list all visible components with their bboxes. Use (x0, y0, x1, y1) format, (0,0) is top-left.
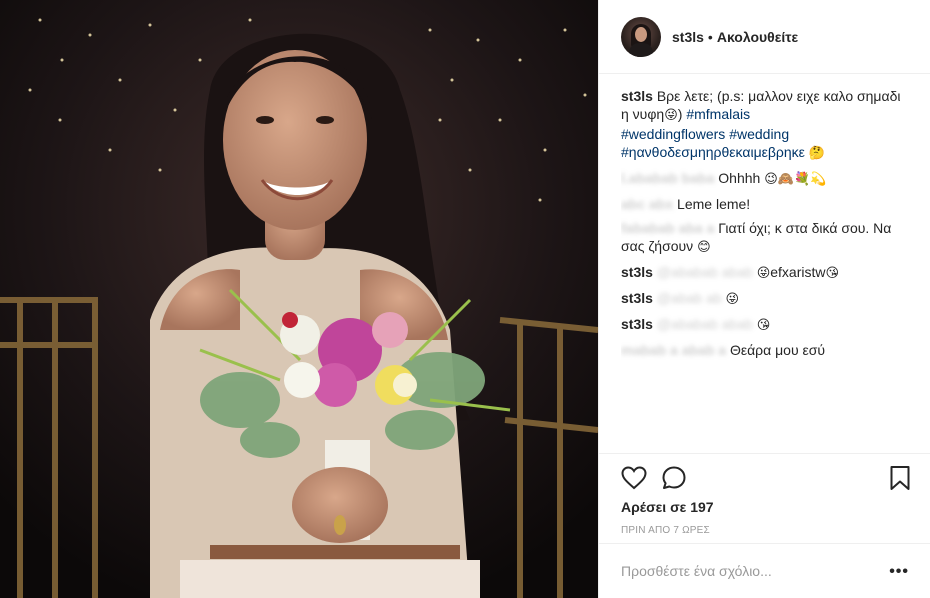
comment-username[interactable]: st3ls (621, 88, 653, 104)
header-username[interactable]: st3ls (672, 29, 704, 45)
comment-username[interactable]: f (621, 220, 626, 236)
comment-item: fababab aba a Γιατί όχι; κ στα δικά σου.… (621, 220, 892, 255)
comment-username[interactable]: st3ls (621, 264, 653, 280)
comment-emoji: 😜 (756, 266, 771, 281)
post-timestamp[interactable]: ΠΡΙΝ ΑΠΟ 7 ΩΡΕΣ (621, 525, 710, 536)
hashtag-link[interactable]: #mfmalais (686, 106, 750, 122)
comments-list: st3ls Βρε λετε; (p.s: μαλλον ειχε καλο σ… (621, 87, 911, 452)
hashtag-link[interactable]: #ηανθοδεσμηηρθεκαιμεβρηκε (621, 144, 805, 160)
post-header: st3ls • Ακολουθείτε (599, 0, 930, 74)
comment-item: st3ls @abab ab 😜 (621, 290, 740, 307)
comment-mention[interactable]: @ (657, 264, 671, 280)
comment-username[interactable]: st3ls (621, 316, 653, 332)
post-photo-image (0, 0, 598, 598)
comment-emoji: 😜 (725, 292, 740, 307)
comment-item: l.ababab baba Ohhhh 😉🙈💐💫 (621, 170, 827, 187)
comment-text: Βρε λετε; (p.s: μαλλον ειχε καλο σημαδι … (621, 88, 901, 122)
comment-text: Θεάρα μου εσύ (729, 342, 826, 358)
comment-item: mabab a abab a Θεάρα μου εσύ (621, 342, 826, 358)
comment-username[interactable]: m (621, 342, 633, 358)
comment-emoji: 😜 (664, 108, 678, 123)
caption: st3ls Βρε λετε; (p.s: μαλλον ειχε καλο σ… (621, 88, 901, 161)
comment-emoji: 😘 (825, 266, 840, 281)
comment-username[interactable]: x (665, 196, 673, 212)
action-icons (621, 465, 911, 491)
comment-mention[interactable]: @ (657, 290, 671, 306)
follow-status-button[interactable]: Ακολουθείτε (717, 29, 798, 45)
add-comment-bar: ••• (599, 543, 930, 598)
comment-input[interactable] (621, 563, 881, 579)
hashtag-link[interactable]: #weddingflowers (621, 126, 725, 142)
post-side-panel: st3ls • Ακολουθείτε st3ls Βρε λετε; (p.s… (598, 0, 930, 598)
comment-emoji: 🤔 (808, 146, 826, 161)
hashtag-link[interactable]: #wedding (729, 126, 789, 142)
likes-count[interactable]: Αρέσει σε 197 (621, 499, 714, 515)
post-photo[interactable] (0, 0, 598, 598)
comment-emoji: 😊 (697, 240, 711, 255)
comment-text: efxaristw (770, 264, 826, 280)
header-separator: • (707, 28, 713, 45)
comment-emoji: 😉🙈💐💫 (764, 172, 827, 187)
comment-username[interactable]: st3ls (621, 290, 653, 306)
comment-emoji: 😘 (756, 318, 771, 333)
comment-text: Leme leme! (677, 196, 751, 212)
comment-item: st3ls @ababab abab 😜efxaristw😘 (621, 264, 840, 281)
comment-mention[interactable]: @ (657, 316, 671, 332)
avatar[interactable] (621, 16, 661, 57)
more-options-icon[interactable]: ••• (889, 564, 909, 580)
comment-username[interactable]: l. (621, 170, 629, 186)
bookmark-icon[interactable] (887, 465, 913, 491)
comment-item: st3ls @ababab abab 😘 (621, 316, 771, 333)
speech-bubble-icon[interactable] (661, 465, 687, 491)
heart-icon[interactable] (621, 465, 647, 491)
comment-text: Ohhhh (718, 170, 761, 186)
comment-item: abc abx Leme leme! (621, 196, 751, 212)
